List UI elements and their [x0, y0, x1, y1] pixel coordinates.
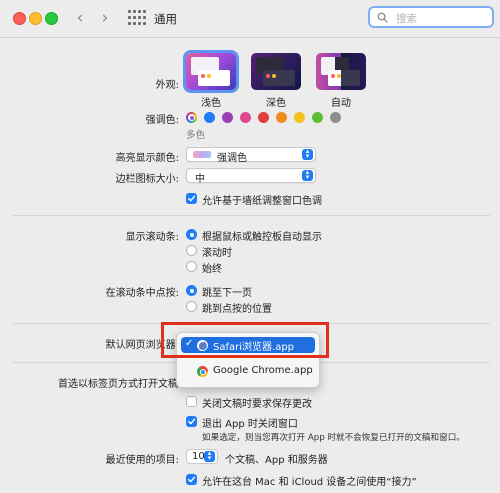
recent-items-value: 10	[192, 451, 205, 462]
scrollbars-scrolling-radio[interactable]	[186, 245, 197, 256]
close-window-button[interactable]	[13, 12, 26, 25]
wallpaper-tint-label: 允许基于墙纸调整窗口色调	[202, 196, 322, 207]
highlight-color-label: 高亮显示颜色:	[115, 153, 179, 164]
zoom-window-button[interactable]	[45, 12, 58, 25]
accent-multicolor-swatch[interactable]	[186, 112, 197, 123]
chevron-updown-icon: ▴ ▾	[302, 169, 313, 181]
accent-red-swatch[interactable]	[258, 112, 269, 123]
annotation-highlight-box	[161, 322, 329, 358]
accent-graphite-swatch[interactable]	[330, 112, 341, 123]
scroll-click-label: 在滚动条中点按:	[105, 288, 179, 299]
show-scrollbars-label: 显示滚动条:	[125, 232, 179, 243]
highlight-color-value: 强调色	[217, 153, 247, 164]
minimize-window-button[interactable]	[29, 12, 42, 25]
menu-item-chrome-label: Google Chrome.app	[213, 365, 313, 376]
back-chevron-icon[interactable]: ‹	[70, 7, 90, 29]
search-placeholder: 搜索	[396, 13, 417, 25]
scroll-click-next-page-radio[interactable]	[186, 285, 197, 296]
checkmark-icon	[188, 476, 196, 483]
wallpaper-tint-checkbox[interactable]	[186, 193, 197, 204]
search-input[interactable]: 搜索	[368, 6, 494, 28]
general-settings-pane: 外观: 浅色 深色 自动 强调色: 多色 高亮显示颜色: 强调色 ▴ ▾ 边栏图…	[0, 38, 500, 493]
sidebar-icon-size-value: 中	[195, 174, 205, 185]
handoff-label: 允许在这台 Mac 和 iCloud 设备之间使用“接力”	[202, 477, 417, 488]
recent-items-popup[interactable]: 10 ▴ ▾	[186, 449, 218, 464]
divider	[12, 215, 490, 216]
scroll-click-position-radio[interactable]	[186, 301, 197, 312]
appearance-light-label: 浅色	[201, 98, 221, 109]
highlight-color-popup[interactable]: 强调色 ▴ ▾	[186, 147, 316, 164]
scrollbars-auto-label: 根据鼠标或触控板自动显示	[202, 232, 322, 243]
checkmark-icon	[188, 418, 196, 425]
scrollbars-scrolling-label: 滚动时	[202, 248, 232, 259]
accent-pink-swatch[interactable]	[240, 112, 251, 123]
window-toolbar: ‹ › 通用 搜索	[0, 0, 500, 38]
accent-yellow-swatch[interactable]	[294, 112, 305, 123]
scroll-click-next-page-label: 跳至下一页	[202, 288, 252, 299]
recent-items-suffix: 个文稿、App 和服务器	[225, 455, 328, 466]
prefer-tabs-label: 首选以标签页方式打开文稿	[58, 379, 178, 390]
chevron-updown-icon: ▴ ▾	[204, 450, 215, 462]
chevron-updown-icon: ▴ ▾	[302, 148, 313, 160]
chrome-logo-icon	[197, 366, 208, 377]
close-windows-label: 退出 App 时关闭窗口	[202, 419, 298, 430]
scroll-click-position-label: 跳到点按的位置	[202, 304, 272, 315]
highlight-swatch-icon	[193, 151, 211, 158]
ask-save-checkbox[interactable]	[186, 396, 197, 407]
forward-chevron-icon[interactable]: ›	[95, 7, 115, 29]
appearance-dark-label: 深色	[266, 98, 286, 109]
accent-purple-swatch[interactable]	[222, 112, 233, 123]
accent-caption: 多色	[186, 130, 206, 141]
accent-blue-swatch[interactable]	[204, 112, 215, 123]
recent-items-label: 最近使用的项目:	[105, 455, 179, 466]
sidebar-icon-size-label: 边栏图标大小:	[115, 174, 179, 185]
close-windows-note: 如果选定，则当您再次打开 App 时就不会恢复已打开的文稿和窗口。	[202, 433, 465, 443]
accent-green-swatch[interactable]	[312, 112, 323, 123]
checkmark-icon	[188, 195, 196, 202]
scrollbars-always-label: 始终	[202, 264, 222, 275]
handoff-checkbox[interactable]	[186, 474, 197, 485]
scrollbars-auto-radio[interactable]	[186, 229, 197, 240]
appearance-auto-label: 自动	[331, 98, 351, 109]
close-windows-checkbox[interactable]	[186, 416, 197, 427]
show-all-grid-icon[interactable]	[128, 10, 146, 26]
appearance-auto-thumbnail[interactable]	[316, 53, 366, 90]
appearance-label: 外观:	[155, 80, 179, 91]
accent-orange-swatch[interactable]	[276, 112, 287, 123]
scrollbars-always-radio[interactable]	[186, 261, 197, 272]
window-title: 通用	[154, 12, 177, 26]
accent-color-label: 强调色:	[145, 115, 179, 126]
appearance-dark-thumbnail[interactable]	[251, 53, 301, 90]
search-icon	[377, 12, 388, 23]
sidebar-icon-size-popup[interactable]: 中 ▴ ▾	[186, 168, 316, 185]
ask-save-label: 关闭文稿时要求保存更改	[202, 399, 312, 410]
appearance-light-thumbnail[interactable]	[183, 50, 239, 93]
